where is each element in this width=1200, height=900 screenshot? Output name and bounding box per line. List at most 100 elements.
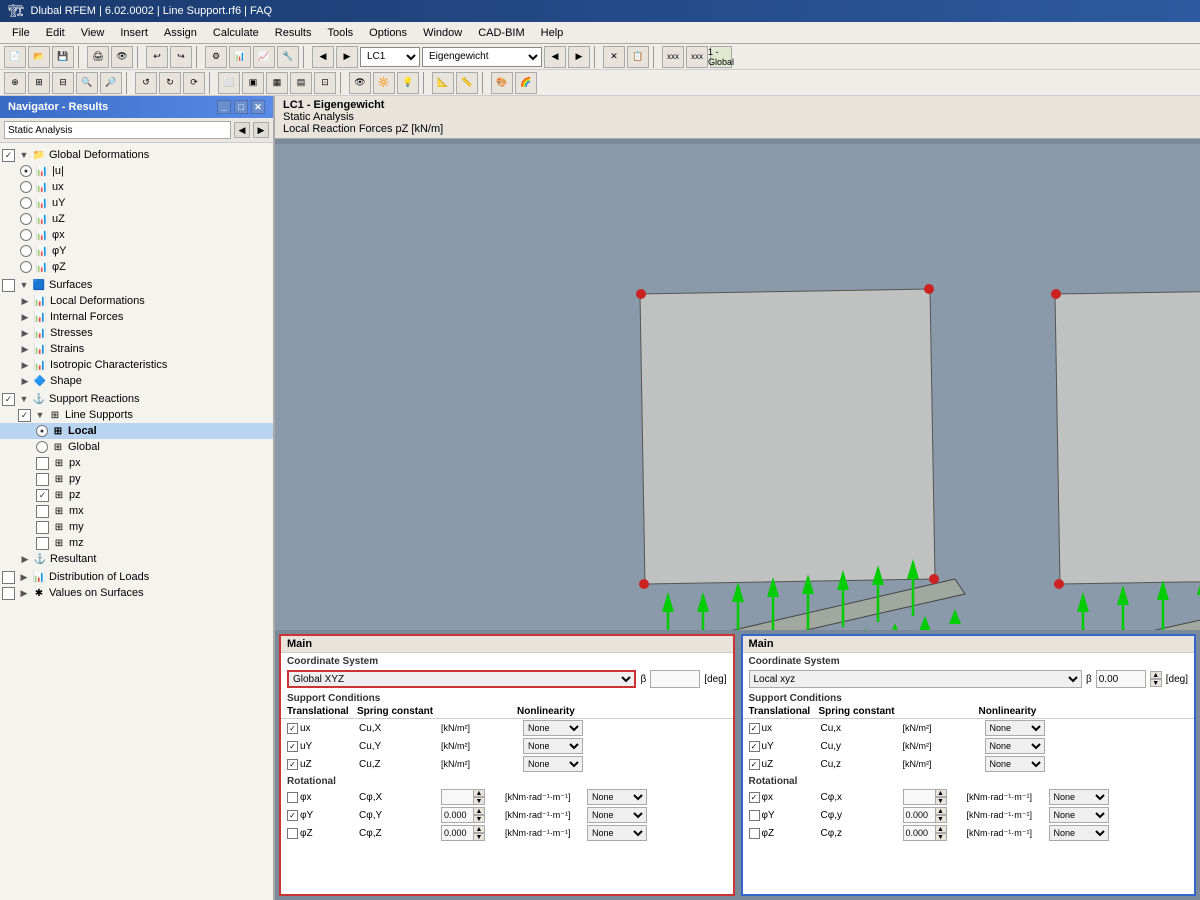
tree-pz[interactable]: ⊞ pz <box>0 487 273 503</box>
tree-exp-distribution[interactable]: ▶ <box>17 572 31 583</box>
menu-options[interactable]: Options <box>361 25 415 41</box>
tree-support-reactions[interactable]: ▼ ⚓ Support Reactions <box>0 391 273 407</box>
left-spin-up-phiz[interactable]: ▲ <box>473 825 485 833</box>
tree-exp-global[interactable]: ▼ <box>17 150 31 160</box>
tree-surfaces[interactable]: ▼ 🟦 Surfaces <box>0 277 273 293</box>
tree-mz[interactable]: ⊞ mz <box>0 535 273 551</box>
print-preview[interactable]: 👁 <box>111 46 133 68</box>
left-nonlin-phiz[interactable]: None <box>587 825 647 841</box>
menu-tools[interactable]: Tools <box>319 25 361 41</box>
tree-global-deformations[interactable]: ▼ 📁 Global Deformations <box>0 147 273 163</box>
nav-prev-btn[interactable]: ◀ <box>234 122 250 138</box>
tb2-view-3[interactable]: ▦ <box>266 72 288 94</box>
right-chk-phix[interactable] <box>749 792 760 803</box>
tb2-view-2[interactable]: ▣ <box>242 72 264 94</box>
left-chk-ux[interactable] <box>287 723 298 734</box>
tb-results-1[interactable]: ✕ <box>603 46 625 68</box>
tb2-btn-3[interactable]: ⊟ <box>52 72 74 94</box>
tree-phiy[interactable]: 📊 φY <box>0 243 273 259</box>
tree-values-surfaces[interactable]: ▶ ✱ Values on Surfaces <box>0 585 273 601</box>
menu-help[interactable]: Help <box>533 25 572 41</box>
left-coord-select[interactable]: Global XYZ <box>287 670 636 688</box>
menu-file[interactable]: File <box>4 25 38 41</box>
right-field-phiy[interactable]: 0.000 <box>903 807 938 823</box>
left-nonlin-uz[interactable]: None <box>523 756 583 772</box>
tb-xyz-1[interactable]: xxx <box>662 46 684 68</box>
tree-exp-strains[interactable]: ▶ <box>18 344 32 355</box>
tree-radio-local[interactable] <box>36 425 48 437</box>
right-chk-ux[interactable] <box>749 723 760 734</box>
right-nonlin-ux[interactable]: None <box>985 720 1045 736</box>
left-chk-phiy[interactable] <box>287 810 298 821</box>
nav-close[interactable]: ✕ <box>251 100 265 114</box>
tree-exp-support[interactable]: ▼ <box>17 394 31 404</box>
right-beta-dn[interactable]: ▼ <box>1150 679 1162 687</box>
tree-exp-stresses[interactable]: ▶ <box>18 328 32 339</box>
tb2-rot-1[interactable]: ↺ <box>135 72 157 94</box>
tb2-rot-2[interactable]: ↻ <box>159 72 181 94</box>
tb2-color-2[interactable]: 🌈 <box>515 72 537 94</box>
right-field-phiz[interactable]: 0.000 <box>903 825 938 841</box>
menu-view[interactable]: View <box>73 25 113 41</box>
tree-exp-values[interactable]: ▶ <box>17 588 31 599</box>
tree-cb-surfaces[interactable] <box>2 279 15 292</box>
right-coord-select[interactable]: Local xyz <box>749 670 1082 688</box>
left-nonlin-ux[interactable]: None <box>523 720 583 736</box>
menu-calculate[interactable]: Calculate <box>205 25 267 41</box>
left-spin-dn-phiz[interactable]: ▼ <box>473 833 485 841</box>
save-button[interactable]: 💾 <box>52 46 74 68</box>
left-spin-dn-phix[interactable]: ▼ <box>473 797 485 805</box>
right-spin-dn-phiy[interactable]: ▼ <box>935 815 947 823</box>
tree-isotropic[interactable]: ▶ 📊 Isotropic Characteristics <box>0 357 273 373</box>
tb2-view-4[interactable]: ▤ <box>290 72 312 94</box>
new-button[interactable]: 📄 <box>4 46 26 68</box>
right-spin-dn-phiz[interactable]: ▼ <box>935 833 947 841</box>
tb2-view-1[interactable]: ⬜ <box>218 72 240 94</box>
tb-btn-e[interactable]: ◀ <box>312 46 334 68</box>
tb-btn-c[interactable]: 📈 <box>253 46 275 68</box>
tree-exp-line-sup[interactable]: ▼ <box>33 410 47 420</box>
right-spin-dn-phix[interactable]: ▼ <box>935 797 947 805</box>
left-field-phix[interactable] <box>441 789 476 805</box>
right-nonlin-phix[interactable]: None <box>1049 789 1109 805</box>
tree-uy[interactable]: 📊 uY <box>0 195 273 211</box>
left-spin-dn-phiy[interactable]: ▼ <box>473 815 485 823</box>
left-nonlin-phiy[interactable]: None <box>587 807 647 823</box>
left-nonlin-uy[interactable]: None <box>523 738 583 754</box>
lc-name-select[interactable]: Eigengewicht <box>422 47 542 67</box>
tree-cb-values[interactable] <box>2 587 15 600</box>
tree-exp-int-forces[interactable]: ▶ <box>18 312 32 323</box>
tree-global[interactable]: ⊞ Global <box>0 439 273 455</box>
tree-radio-phix[interactable] <box>20 229 32 241</box>
tree-cb-line-supports[interactable] <box>18 409 31 422</box>
right-chk-uz[interactable] <box>749 759 760 770</box>
left-chk-uy[interactable] <box>287 741 298 752</box>
tree-px[interactable]: ⊞ px <box>0 455 273 471</box>
tb-btn-a[interactable]: ⚙ <box>205 46 227 68</box>
tree-phix[interactable]: 📊 φx <box>0 227 273 243</box>
tree-cb-mx[interactable] <box>36 505 49 518</box>
tb-btn-d[interactable]: 🔧 <box>277 46 299 68</box>
tree-shape[interactable]: ▶ 🔷 Shape <box>0 373 273 389</box>
menu-edit[interactable]: Edit <box>38 25 73 41</box>
right-chk-phiy[interactable] <box>749 810 760 821</box>
tree-my[interactable]: ⊞ my <box>0 519 273 535</box>
menu-results[interactable]: Results <box>267 25 320 41</box>
tree-cb-support-reactions[interactable] <box>2 393 15 406</box>
tree-ux[interactable]: 📊 ux <box>0 179 273 195</box>
tb-nav-next[interactable]: ▶ <box>568 46 590 68</box>
left-field-phiy[interactable]: 0.000 <box>441 807 476 823</box>
tree-cb-px[interactable] <box>36 457 49 470</box>
right-chk-uy[interactable] <box>749 741 760 752</box>
tree-exp-isotropic[interactable]: ▶ <box>18 360 32 371</box>
right-nonlin-phiy[interactable]: None <box>1049 807 1109 823</box>
right-spin-up-phiy[interactable]: ▲ <box>935 807 947 815</box>
menu-insert[interactable]: Insert <box>112 25 156 41</box>
left-spin-up-phiy[interactable]: ▲ <box>473 807 485 815</box>
tb2-rot-3[interactable]: ⟳ <box>183 72 205 94</box>
tree-radio-ux[interactable] <box>20 181 32 193</box>
tree-u-abs[interactable]: 📊 |u| <box>0 163 273 179</box>
tb-btn-b[interactable]: 📊 <box>229 46 251 68</box>
tree-py[interactable]: ⊞ py <box>0 471 273 487</box>
right-beta-up[interactable]: ▲ <box>1150 671 1162 679</box>
